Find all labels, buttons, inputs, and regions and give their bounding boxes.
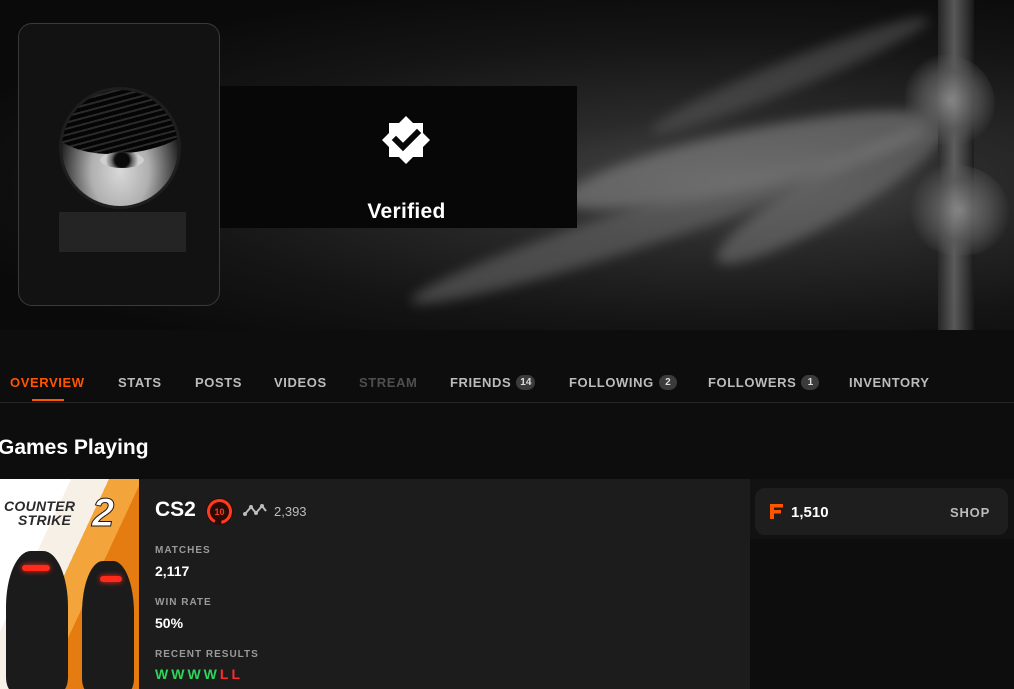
tab-following[interactable]: FOLLOWING 2 (569, 375, 677, 390)
followers-count-badge: 1 (801, 375, 820, 390)
result-item: W (171, 666, 187, 682)
games-playing-title: Games Playing (0, 436, 149, 459)
cover-logo: COUNTER STRIKE (4, 498, 76, 528)
active-tab-indicator (32, 399, 64, 401)
tab-videos[interactable]: VIDEOS (274, 375, 327, 390)
cs2-cover-image[interactable]: COUNTER STRIKE 2 (0, 479, 139, 689)
friends-count-badge: 14 (516, 375, 536, 390)
matches-value: 2,117 (155, 563, 190, 579)
matches-label: MATCHES (155, 545, 211, 556)
tab-posts[interactable]: POSTS (195, 375, 242, 390)
skill-level-icon: 10 (206, 498, 233, 525)
shop-button[interactable]: SHOP (950, 505, 990, 520)
tab-followers[interactable]: FOLLOWERS 1 (708, 375, 820, 390)
game-name: CS2 (155, 498, 196, 521)
username-placeholder (59, 212, 186, 252)
cover-logo-number: 2 (91, 491, 115, 536)
result-item: W (203, 666, 219, 682)
following-count-badge: 2 (658, 375, 677, 390)
result-item: L (231, 666, 242, 682)
verified-panel: Verified (220, 86, 577, 228)
winrate-label: WIN RATE (155, 597, 212, 608)
result-item: L (219, 666, 231, 682)
profile-tabs: OVERVIEW STATS POSTS VIDEOS STREAM FRIEN… (0, 362, 1014, 403)
avatar[interactable] (59, 87, 181, 209)
winrate-value: 50% (155, 615, 184, 631)
tab-stream[interactable]: STREAM (359, 375, 418, 390)
skill-level-value: 10 (214, 507, 224, 517)
tab-overview[interactable]: OVERVIEW (10, 375, 85, 390)
faceit-points-icon (770, 504, 783, 519)
tab-friends[interactable]: FRIENDS 14 (450, 375, 536, 390)
tab-stats[interactable]: STATS (118, 375, 162, 390)
recent-results: W W W W L L (155, 666, 242, 682)
avatar-card (18, 23, 220, 306)
verified-label: Verified (367, 200, 446, 223)
elo-value: 2,393 (274, 504, 307, 519)
tab-inventory[interactable]: INVENTORY (849, 375, 930, 390)
points-value: 1,510 (791, 504, 829, 521)
recent-results-label: RECENT RESULTS (155, 649, 259, 660)
elo-icon (243, 504, 267, 516)
result-item: W (155, 666, 171, 682)
verified-badge-icon (382, 116, 430, 164)
result-item: W (187, 666, 203, 682)
